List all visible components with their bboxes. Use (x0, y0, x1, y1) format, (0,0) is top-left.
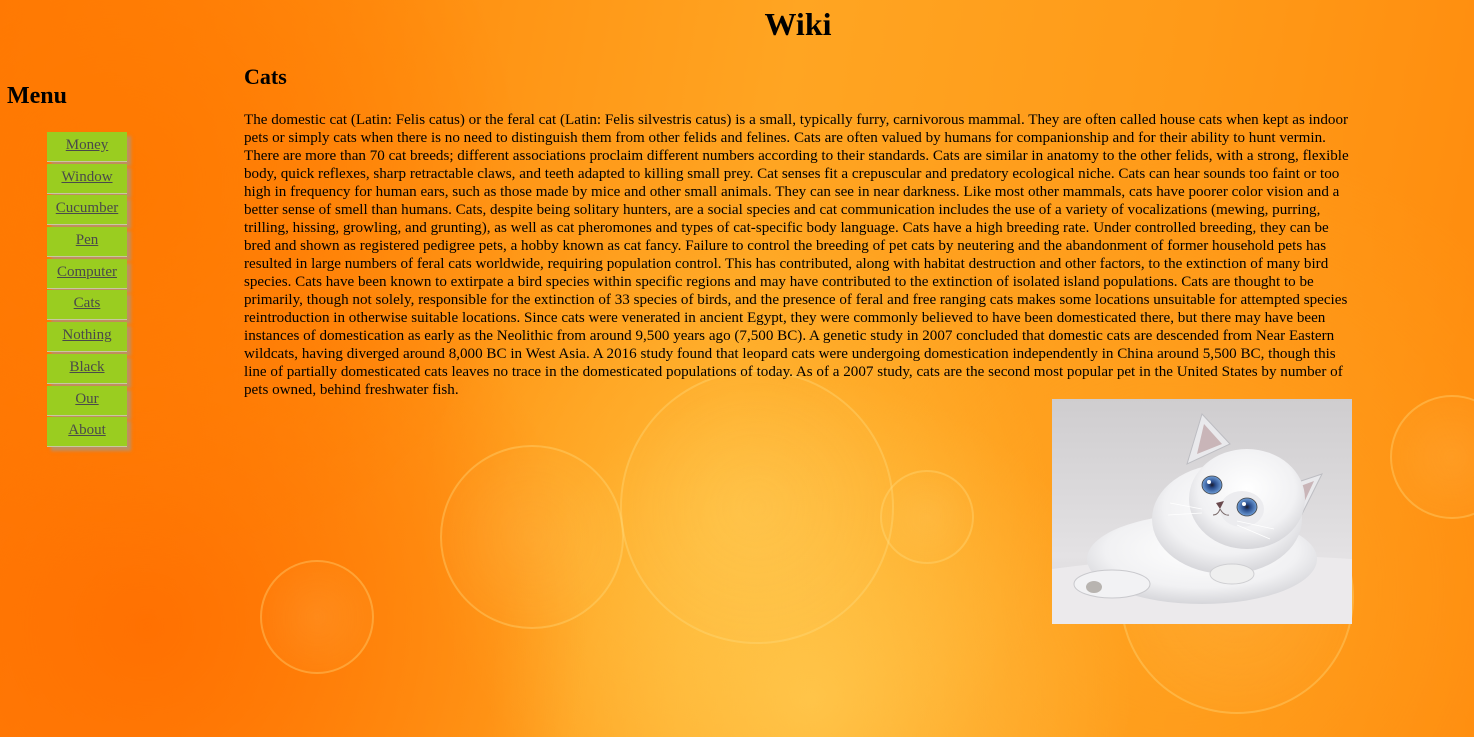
cat-photo (1052, 399, 1352, 624)
page-title: Wiki (764, 6, 832, 42)
sidebar-item-money[interactable]: Money (47, 132, 127, 162)
sidebar-link-about[interactable]: About (47, 417, 127, 443)
sidebar-link-computer[interactable]: Computer (47, 259, 127, 285)
sidebar-item-nothing[interactable]: Nothing (47, 322, 127, 353)
background-bokeh (880, 470, 974, 564)
article-title: Cats (244, 64, 287, 89)
sidebar-link-our[interactable]: Our (47, 386, 127, 412)
sidebar-item-cucumber[interactable]: Cucumber (47, 195, 127, 226)
article-body: The domestic cat (Latin: Felis catus) or… (244, 112, 1349, 398)
sidebar-item-window[interactable]: Window (47, 163, 127, 194)
sidebar-item-black[interactable]: Black (47, 353, 127, 384)
sidebar-link-window[interactable]: Window (47, 164, 127, 190)
sidebar-item-cats[interactable]: Cats (47, 290, 127, 321)
sidebar-link-cats[interactable]: Cats (47, 290, 127, 316)
sidebar-link-nothing[interactable]: Nothing (47, 322, 127, 348)
sidebar-item-computer[interactable]: Computer (47, 258, 127, 289)
white-cat-illustration (1052, 413, 1352, 624)
sidebar-link-money[interactable]: Money (47, 132, 127, 158)
sidebar-menu: Money Window Cucumber Pen Computer Cats … (47, 132, 127, 449)
sidebar-item-pen[interactable]: Pen (47, 227, 127, 258)
background-bokeh (1390, 395, 1474, 519)
sidebar-link-cucumber[interactable]: Cucumber (47, 195, 127, 221)
sidebar-item-about[interactable]: About (47, 417, 127, 448)
sidebar-link-pen[interactable]: Pen (47, 227, 127, 253)
background-bokeh (440, 445, 624, 629)
sidebar-link-black[interactable]: Black (47, 354, 127, 380)
menu-heading: Menu (7, 83, 67, 109)
background-bokeh (620, 370, 894, 644)
sidebar-item-our[interactable]: Our (47, 385, 127, 416)
background-bokeh (260, 560, 374, 674)
